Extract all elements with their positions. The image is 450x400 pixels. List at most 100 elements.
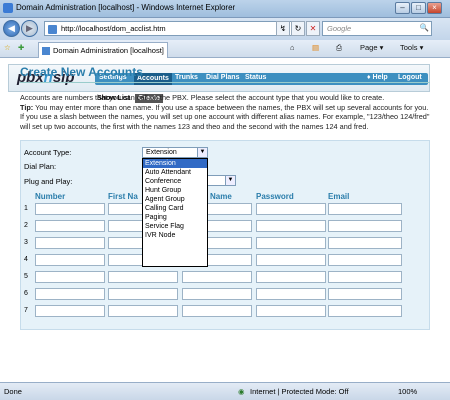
- row-number: 5: [24, 273, 28, 280]
- address-bar-row: ◀ ▶ http://localhost/dom_acclist.htm ↯ ↻…: [0, 18, 450, 40]
- first-name-input[interactable]: [108, 271, 178, 283]
- ie-icon: [3, 3, 13, 13]
- option-conference[interactable]: Conference: [143, 177, 207, 186]
- number-input[interactable]: [35, 203, 105, 215]
- home-icon[interactable]: ⌂: [290, 43, 295, 52]
- option-service-flag[interactable]: Service Flag: [143, 222, 207, 231]
- status-text: Done: [4, 387, 22, 396]
- email-input[interactable]: [328, 271, 402, 283]
- row-number: 4: [24, 256, 28, 263]
- minimize-button[interactable]: –: [395, 2, 410, 14]
- first-name-input[interactable]: [108, 288, 178, 300]
- col-first-name: First Na: [108, 192, 138, 201]
- account-type-dropdown[interactable]: Extension Auto Attendant Conference Hunt…: [142, 158, 208, 267]
- compat-view-icon[interactable]: ↯: [276, 21, 290, 36]
- password-input[interactable]: [256, 203, 326, 215]
- search-icon[interactable]: 🔍: [420, 23, 429, 32]
- zone-text[interactable]: Internet | Protected Mode: Off: [250, 387, 349, 396]
- nav-status[interactable]: Status: [245, 74, 266, 81]
- print-icon[interactable]: ⎙: [336, 43, 342, 53]
- option-auto-attendant[interactable]: Auto Attendant: [143, 168, 207, 177]
- option-extension[interactable]: Extension: [143, 159, 207, 168]
- col-number: Number: [35, 192, 66, 201]
- email-input[interactable]: [328, 203, 402, 215]
- email-input[interactable]: [328, 288, 402, 300]
- account-type-select[interactable]: Extension ▼: [142, 147, 208, 158]
- stop-icon[interactable]: ✕: [306, 21, 320, 36]
- chevron-down-icon: ▼: [197, 148, 207, 157]
- nav-help[interactable]: ♦ Help: [367, 74, 388, 81]
- favorites-star-icon[interactable]: ☆: [4, 43, 11, 52]
- account-type-label: Account Type:: [24, 148, 72, 157]
- tab-favicon: [42, 47, 50, 55]
- name-input[interactable]: [182, 305, 252, 317]
- status-bar: Done ◉ Internet | Protected Mode: Off 10…: [0, 382, 450, 400]
- address-text: http://localhost/dom_acclist.htm: [61, 24, 166, 33]
- first-name-input[interactable]: [108, 305, 178, 317]
- row-number: 3: [24, 239, 28, 246]
- close-button[interactable]: ×: [427, 2, 442, 14]
- option-paging[interactable]: Paging: [143, 213, 207, 222]
- row-number: 6: [24, 290, 28, 297]
- option-hunt-group[interactable]: Hunt Group: [143, 186, 207, 195]
- nav-logout[interactable]: Logout: [398, 74, 422, 81]
- option-calling-card[interactable]: Calling Card: [143, 204, 207, 213]
- main-nav: Settings Accounts Trunks Dial Plans Stat…: [95, 73, 428, 85]
- dial-plan-label: Dial Plan:: [24, 162, 57, 171]
- number-input[interactable]: [35, 220, 105, 232]
- window-titlebar: Domain Administration [localhost] - Wind…: [0, 0, 450, 18]
- col-password: Password: [256, 192, 294, 201]
- email-input[interactable]: [328, 305, 402, 317]
- row-number: 1: [24, 205, 28, 212]
- search-placeholder: Google: [327, 24, 352, 33]
- nav-trunks[interactable]: Trunks: [175, 74, 198, 81]
- number-input[interactable]: [35, 271, 105, 283]
- create-form: [20, 140, 430, 330]
- globe-icon: ◉: [238, 387, 245, 396]
- option-ivr-node[interactable]: IVR Node: [143, 231, 207, 240]
- email-input[interactable]: [328, 237, 402, 249]
- password-input[interactable]: [256, 288, 326, 300]
- number-input[interactable]: [35, 254, 105, 266]
- forward-button[interactable]: ▶: [21, 20, 38, 37]
- feeds-icon[interactable]: ▤: [312, 43, 319, 52]
- tab-bar: ☆ ✚ Domain Administration [localhost] ⌂ …: [0, 40, 450, 58]
- number-input[interactable]: [35, 288, 105, 300]
- number-input[interactable]: [35, 305, 105, 317]
- page-menu[interactable]: Page ▾: [360, 43, 383, 52]
- row-number: 7: [24, 307, 28, 314]
- option-agent-group[interactable]: Agent Group: [143, 195, 207, 204]
- plug-and-play-label: Plug and Play:: [24, 177, 73, 186]
- number-input[interactable]: [35, 237, 105, 249]
- col-name: Name: [210, 192, 232, 201]
- email-input[interactable]: [328, 220, 402, 232]
- name-input[interactable]: [182, 271, 252, 283]
- zoom-level[interactable]: 100%: [398, 387, 417, 396]
- password-input[interactable]: [256, 305, 326, 317]
- row-number: 2: [24, 222, 28, 229]
- col-email: Email: [328, 192, 350, 201]
- password-input[interactable]: [256, 220, 326, 232]
- chevron-down-icon: ▼: [225, 176, 235, 185]
- address-input[interactable]: http://localhost/dom_acclist.htm: [44, 21, 299, 36]
- page-icon: [48, 25, 57, 34]
- tip-label: Tip:: [20, 102, 34, 112]
- search-input[interactable]: Google 🔍: [322, 21, 432, 36]
- page-title: Create New Accounts: [20, 65, 143, 79]
- title-divider: [20, 82, 430, 83]
- back-button[interactable]: ◀: [3, 20, 20, 37]
- tab-title: Domain Administration [localhost]: [53, 46, 164, 55]
- password-input[interactable]: [256, 237, 326, 249]
- password-input[interactable]: [256, 271, 326, 283]
- maximize-button[interactable]: □: [411, 2, 426, 14]
- tools-menu[interactable]: Tools ▾: [400, 43, 423, 52]
- refresh-icon[interactable]: ↻: [291, 21, 305, 36]
- tab-domain-admin[interactable]: Domain Administration [localhost]: [38, 42, 168, 58]
- window-title: Domain Administration [localhost] - Wind…: [16, 3, 236, 12]
- add-favorite-icon[interactable]: ✚: [18, 43, 24, 52]
- email-input[interactable]: [328, 254, 402, 266]
- name-input[interactable]: [182, 288, 252, 300]
- nav-dial-plans[interactable]: Dial Plans: [206, 74, 239, 81]
- password-input[interactable]: [256, 254, 326, 266]
- intro-text: Accounts are numbers that you can call o…: [20, 93, 430, 131]
